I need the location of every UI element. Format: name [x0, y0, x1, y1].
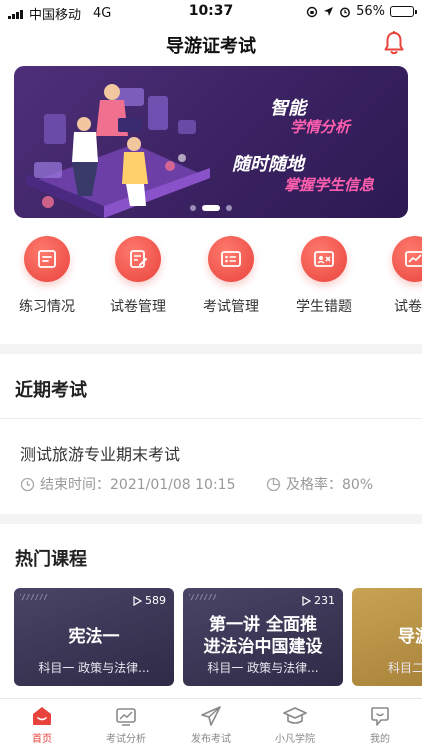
play-icon — [133, 595, 142, 606]
alarm-icon — [340, 7, 351, 17]
exam-end-time: 结束时间：2021/01/08 10:15 — [20, 474, 236, 494]
practice-icon — [24, 236, 70, 282]
banner-line-4: 掌握学生信息 — [284, 176, 375, 194]
carousel-dot[interactable] — [190, 205, 196, 211]
course-title: 导游 — [398, 627, 422, 647]
banner-line-2: 学情分析 — [290, 118, 351, 136]
carousel-dot-active[interactable] — [202, 205, 220, 211]
tab-home[interactable]: 首页 — [0, 705, 84, 745]
separator-line — [0, 418, 422, 419]
quick-entry-label: 试卷分 — [394, 299, 422, 315]
exam-end-time-text: 结束时间：2021/01/08 10:15 — [40, 477, 236, 493]
section-divider — [0, 514, 422, 524]
course-subject: 科目一 政策与法律... — [38, 661, 150, 675]
tab-exam-analysis[interactable]: 考试分析 — [84, 705, 168, 745]
carousel-indicator — [190, 205, 232, 211]
play-count-value: 231 — [314, 594, 335, 607]
quick-entry-student-errors[interactable]: 学生错题 — [279, 236, 369, 316]
chart-icon — [116, 708, 136, 726]
quick-entry-label: 学生错题 — [296, 299, 352, 315]
course-card[interactable]: 589 宪法一 科目一 政策与法律... — [14, 588, 174, 686]
graduation-cap-icon — [283, 707, 307, 724]
quick-entry-paper-management[interactable]: 试卷管理 — [93, 236, 183, 316]
send-icon — [201, 706, 221, 726]
tab-profile[interactable]: 我的 — [338, 705, 422, 745]
paper-edit-icon — [115, 236, 161, 282]
home-icon — [33, 707, 51, 725]
page-title: 导游证考试 — [166, 36, 256, 57]
course-card[interactable]: 231 第一讲 全面推 进法治中国建设 科目一 政策与法律... — [183, 588, 343, 686]
battery-icon — [390, 6, 417, 17]
tab-publish-exam[interactable]: 发布考试 — [169, 705, 253, 745]
status-bar: 中国移动 4G 10:37 56% — [0, 0, 422, 24]
tab-label: 考试分析 — [106, 734, 146, 745]
course-title-line-2: 进法治中国建设 — [203, 637, 323, 657]
play-icon — [302, 595, 311, 606]
tab-label: 我的 — [370, 734, 390, 745]
exam-list-icon — [208, 236, 254, 282]
lock-rotation-icon — [306, 6, 318, 17]
location-icon — [324, 7, 334, 16]
course-card[interactable]: 导游 科目二 — [352, 588, 422, 686]
nav-bar: 导游证考试 — [0, 24, 422, 64]
student-error-icon — [301, 236, 347, 282]
tab-academy[interactable]: 小凡学院 — [253, 705, 337, 745]
paper-analysis-icon — [392, 236, 422, 282]
exam-name: 测试旅游专业期末考试 — [20, 445, 181, 464]
hot-courses-title: 热门课程 — [15, 549, 87, 570]
course-subject: 科目一 政策与法律... — [207, 661, 319, 675]
banner-illustration — [26, 84, 210, 218]
profile-icon — [371, 707, 389, 726]
promo-banner[interactable]: 智能 学情分析 随时随地 掌握学生信息 — [14, 66, 408, 218]
decor-stripes — [189, 594, 217, 600]
exam-meta: 结束时间：2021/01/08 10:15 及格率：80% — [20, 474, 373, 494]
quick-entry-exam-management[interactable]: 考试管理 — [186, 236, 276, 316]
play-count: 231 — [301, 594, 335, 607]
tab-bar: 首页 考试分析 发布考试 小凡学院 我的 — [0, 698, 422, 750]
course-title: 第一讲 全面推 进法治中国建设 — [183, 614, 343, 658]
section-divider — [0, 344, 422, 354]
quick-entry-label: 试卷管理 — [110, 299, 166, 315]
course-title-line-1: 第一讲 全面推 — [209, 615, 317, 635]
decor-stripes — [20, 594, 48, 600]
quick-entry-label: 考试管理 — [203, 299, 259, 315]
status-right: 56% — [306, 4, 417, 19]
banner-line-3: 随时随地 — [232, 154, 304, 175]
quick-entry-practice[interactable]: 练习情况 — [2, 236, 92, 316]
carousel-dot[interactable] — [226, 205, 232, 211]
exam-pass-rate-text: 及格率：80% — [286, 477, 374, 493]
quick-entry-label: 练习情况 — [19, 299, 75, 315]
course-title: 宪法一 — [68, 627, 120, 647]
clock-icon — [20, 477, 35, 491]
play-count-value: 589 — [145, 594, 166, 607]
recent-exams-title: 近期考试 — [15, 380, 87, 401]
quick-entry-paper-analysis[interactable]: 试卷分 — [370, 236, 422, 316]
tab-label: 小凡学院 — [275, 734, 315, 745]
quick-entry-row: 练习情况 试卷管理 考试管理 学生错题 试卷分 — [0, 236, 422, 326]
exam-pass-rate: 及格率：80% — [266, 474, 373, 494]
tab-label: 首页 — [32, 734, 52, 745]
pie-chart-icon — [266, 477, 281, 491]
battery-percent: 56% — [356, 4, 385, 19]
course-subject: 科目二 — [388, 661, 422, 675]
play-count: 589 — [132, 594, 166, 607]
tab-label: 发布考试 — [191, 734, 231, 745]
notification-bell-icon[interactable] — [382, 30, 406, 56]
